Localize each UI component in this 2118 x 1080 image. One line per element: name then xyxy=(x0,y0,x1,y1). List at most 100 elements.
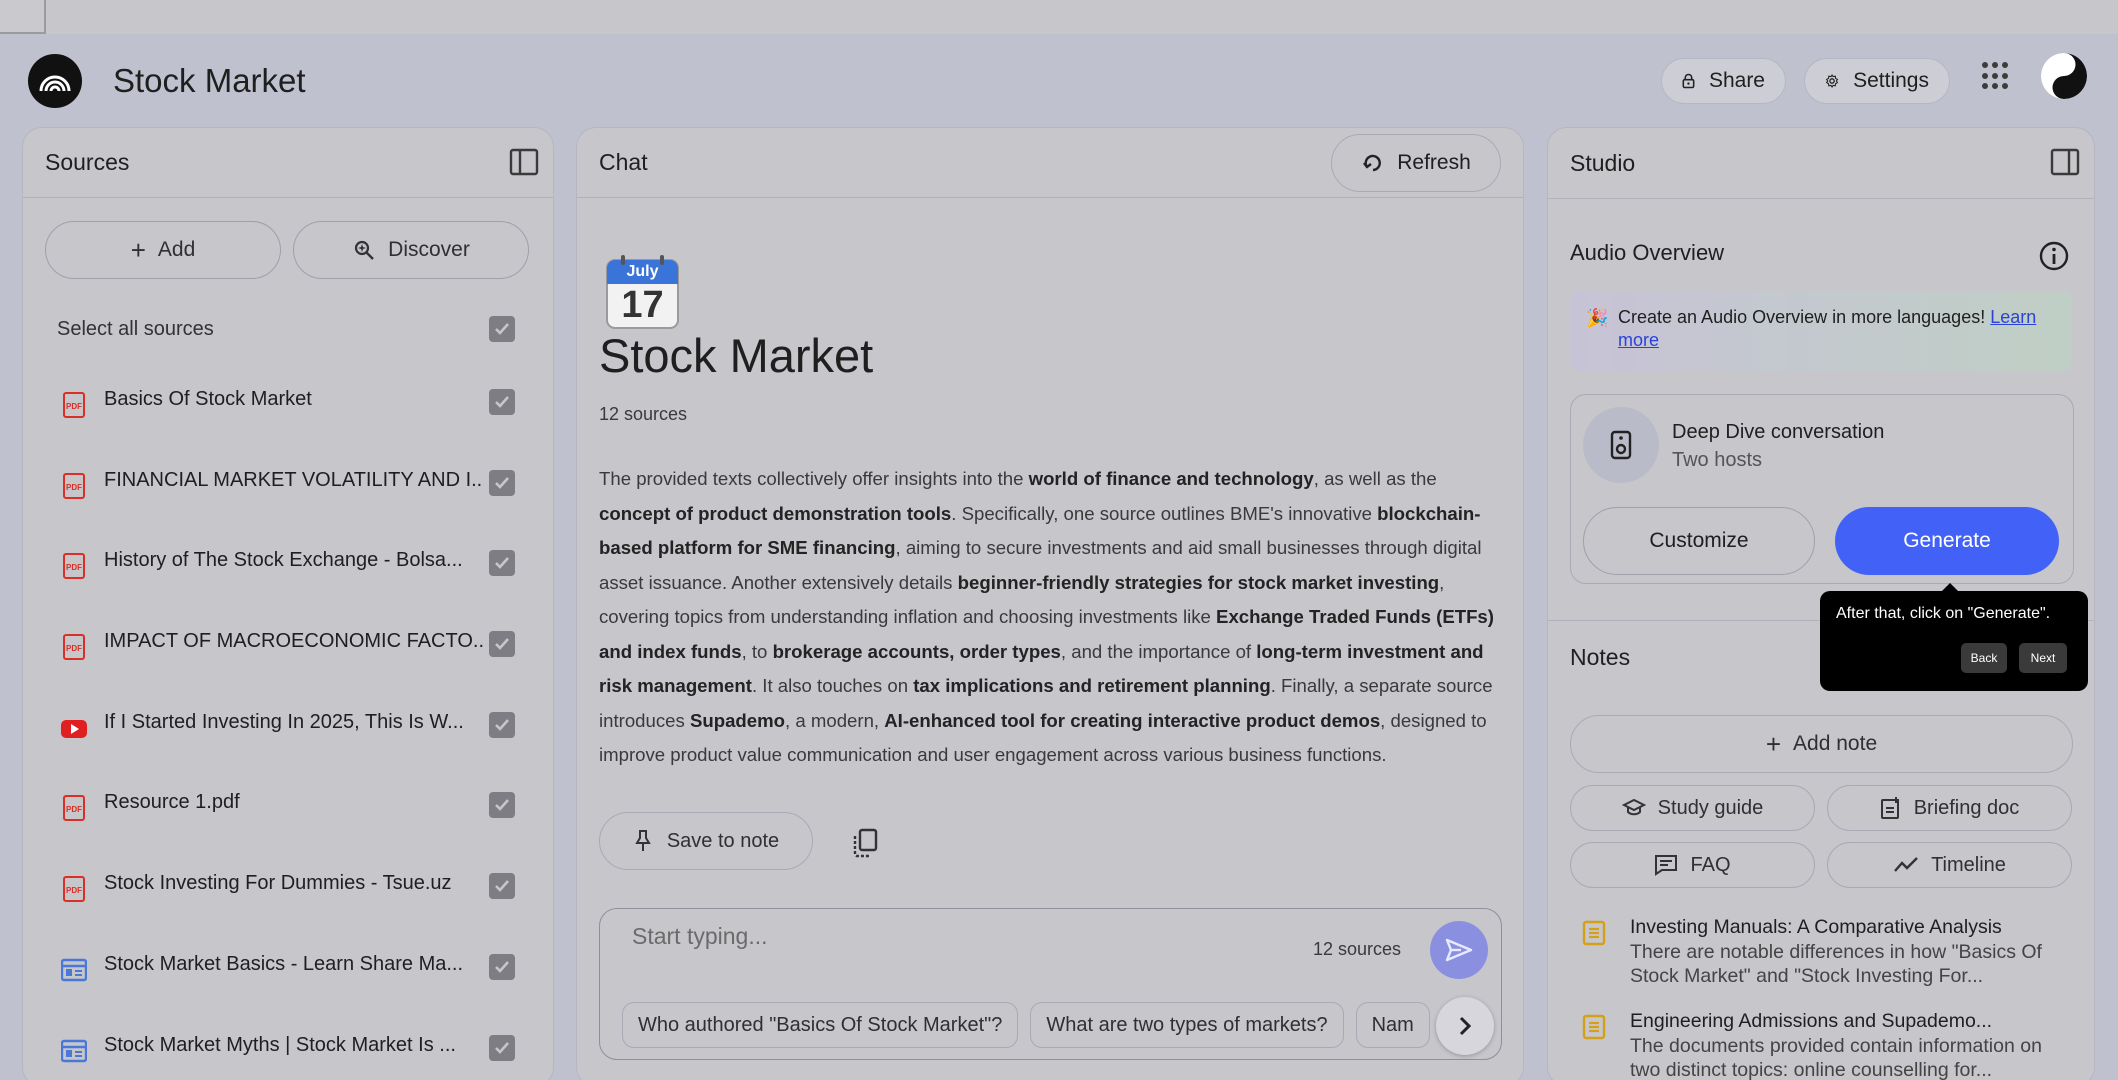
summary-text: . It also touches on xyxy=(751,675,914,696)
discover-label: Discover xyxy=(388,238,470,261)
settings-button[interactable]: Settings xyxy=(1804,58,1950,104)
svg-text:PDF: PDF xyxy=(66,886,82,895)
source-label: Stock Investing For Dummies - Tsue.uz xyxy=(104,872,452,895)
source-item[interactable]: PDF Stock Investing For Dummies - Tsue.uz xyxy=(23,846,553,927)
collapse-panel-icon[interactable] xyxy=(2050,148,2080,176)
note-item[interactable]: Investing Manuals: A Comparative Analysi… xyxy=(1570,916,2070,987)
source-item[interactable]: If I Started Investing In 2025, This Is … xyxy=(23,685,553,766)
studio-divider xyxy=(1548,198,2094,199)
summary-text: , a modern, xyxy=(785,709,885,731)
source-label: History of The Stock Exchange - Bolsa... xyxy=(104,549,463,572)
chat-composer: Start typing... 12 sources Who authored … xyxy=(599,908,1502,1060)
notebook-logo-icon[interactable] xyxy=(28,54,82,108)
plus-icon: + xyxy=(1765,729,1782,759)
source-item[interactable]: PDF History of The Stock Exchange - Bolsa… xyxy=(23,523,553,604)
source-item[interactable]: PDF Basics Of Stock Market xyxy=(23,362,553,443)
source-checkbox[interactable] xyxy=(489,631,515,658)
generate-button[interactable]: Generate xyxy=(1835,507,2059,575)
audio-overview-title: Audio Overview xyxy=(1570,240,1725,265)
source-item[interactable]: PDF Resource 1.pdf xyxy=(23,765,553,846)
tooltip-back-button[interactable]: Back xyxy=(1961,643,2007,673)
send-icon xyxy=(1445,938,1473,962)
study-guide-label: Study guide xyxy=(1657,796,1764,819)
chat-panel: Chat Refresh July 17 Stock Market 12 sou… xyxy=(576,127,1524,1080)
chat-icon xyxy=(1655,855,1678,876)
summary-highlight: brokerage accounts, order types xyxy=(772,640,1061,662)
collapse-panel-icon[interactable] xyxy=(509,148,539,176)
summary-text: The provided texts collectively offer in… xyxy=(599,468,1029,489)
info-icon[interactable] xyxy=(2038,240,2070,272)
source-checkbox[interactable] xyxy=(489,469,515,496)
refresh-button[interactable]: Refresh xyxy=(1331,134,1501,192)
source-checkbox[interactable] xyxy=(489,792,515,819)
app-bar: Stock Market Share Settings xyxy=(0,34,2118,126)
chat-input[interactable]: Start typing... xyxy=(632,923,768,950)
share-button[interactable]: Share xyxy=(1661,58,1786,104)
source-item[interactable]: PDF IMPACT OF MACROECONOMIC FACTO... xyxy=(23,604,553,685)
svg-text:PDF: PDF xyxy=(66,644,82,653)
refresh-icon xyxy=(1363,154,1382,172)
timeline-label: Timeline xyxy=(1931,853,2006,876)
source-item[interactable]: Stock Market Myths | Stock Market Is ... xyxy=(23,1008,553,1080)
source-item[interactable]: Stock Market Basics - Learn Share Ma... xyxy=(23,927,553,1008)
timeline-button[interactable]: Timeline xyxy=(1827,842,2072,888)
suggestion-chip[interactable]: Nam xyxy=(1355,1002,1430,1048)
add-source-button[interactable]: + Add xyxy=(45,221,281,279)
suggestion-chip[interactable]: What are two types of markets? xyxy=(1030,1002,1344,1048)
discover-search-icon xyxy=(355,240,375,260)
youtube-icon xyxy=(61,715,87,741)
note-preview: The documents provided contain informati… xyxy=(1630,1035,2042,1080)
sources-panel: Sources + Add Discover Select all source… xyxy=(22,127,554,1080)
note-title: Engineering Admissions and Supademo... xyxy=(1630,1010,1993,1032)
share-label: Share xyxy=(1708,69,1765,92)
avatar[interactable] xyxy=(2041,53,2087,99)
studio-header: Studio xyxy=(1548,128,2094,198)
summary-highlight: Supademo xyxy=(689,709,786,731)
calendar-month: July xyxy=(626,263,659,280)
save-to-note-button[interactable]: Save to note xyxy=(599,812,813,870)
notes-title: Notes xyxy=(1570,644,1631,670)
faq-button[interactable]: FAQ xyxy=(1570,842,1815,888)
source-checkbox[interactable] xyxy=(489,1034,515,1061)
source-list: PDF Basics Of Stock Market PDF FINANCIAL MA… xyxy=(23,362,553,1080)
source-checkbox[interactable] xyxy=(489,873,515,900)
suggestion-chip[interactable]: Who authored "Basics Of Stock Market"? xyxy=(622,1002,1019,1048)
source-checkbox[interactable] xyxy=(489,711,515,738)
summary-text: , as well as the xyxy=(1313,468,1437,489)
note-title: Investing Manuals: A Comparative Analysi… xyxy=(1630,916,2002,938)
source-label: Resource 1.pdf xyxy=(104,791,240,814)
study-guide-button[interactable]: Study guide xyxy=(1570,785,1815,831)
note-item[interactable]: Engineering Admissions and Supademo... T… xyxy=(1570,1010,2070,1080)
copy-icon[interactable] xyxy=(851,828,879,858)
source-checkbox[interactable] xyxy=(489,550,515,577)
customize-button[interactable]: Customize xyxy=(1583,507,1815,575)
add-note-button[interactable]: + Add note xyxy=(1570,715,2073,773)
graduation-cap-icon xyxy=(1621,798,1646,816)
briefing-doc-label: Briefing doc xyxy=(1913,796,2020,819)
apps-grid-icon[interactable] xyxy=(1982,62,2010,90)
svg-text:PDF: PDF xyxy=(66,483,82,492)
pdf-icon: PDF xyxy=(61,795,87,822)
calendar-icon: July 17 xyxy=(605,254,680,330)
send-button[interactable] xyxy=(1430,921,1488,979)
discover-button[interactable]: Discover xyxy=(293,221,529,279)
save-to-note-label: Save to note xyxy=(666,829,780,852)
pdf-icon: PDF xyxy=(61,876,87,903)
scroll-suggestions-button[interactable] xyxy=(1436,997,1494,1055)
select-all-checkbox[interactable] xyxy=(489,316,515,342)
browser-tab-stub[interactable] xyxy=(0,0,46,34)
deep-dive-title: Deep Dive conversation xyxy=(1672,421,1885,443)
suggestion-chips: Who authored "Basics Of Stock Market"? Wh… xyxy=(622,1002,1434,1048)
source-checkbox[interactable] xyxy=(489,389,515,415)
pdf-icon: PDF xyxy=(61,392,87,418)
source-label: FINANCIAL MARKET VOLATILITY AND I... xyxy=(104,468,484,491)
lock-icon xyxy=(1682,73,1695,89)
source-checkbox[interactable] xyxy=(489,953,515,980)
tooltip-next-button[interactable]: Next xyxy=(2019,643,2067,673)
refresh-label: Refresh xyxy=(1397,151,1471,174)
source-item[interactable]: PDF FINANCIAL MARKET VOLATILITY AND I... xyxy=(23,443,553,524)
briefing-doc-button[interactable]: Briefing doc xyxy=(1827,785,2072,831)
tooltip-text: After that, click on "Generate". xyxy=(1836,605,2051,622)
add-note-label: Add note xyxy=(1793,732,1878,755)
document-add-icon xyxy=(1880,797,1899,819)
